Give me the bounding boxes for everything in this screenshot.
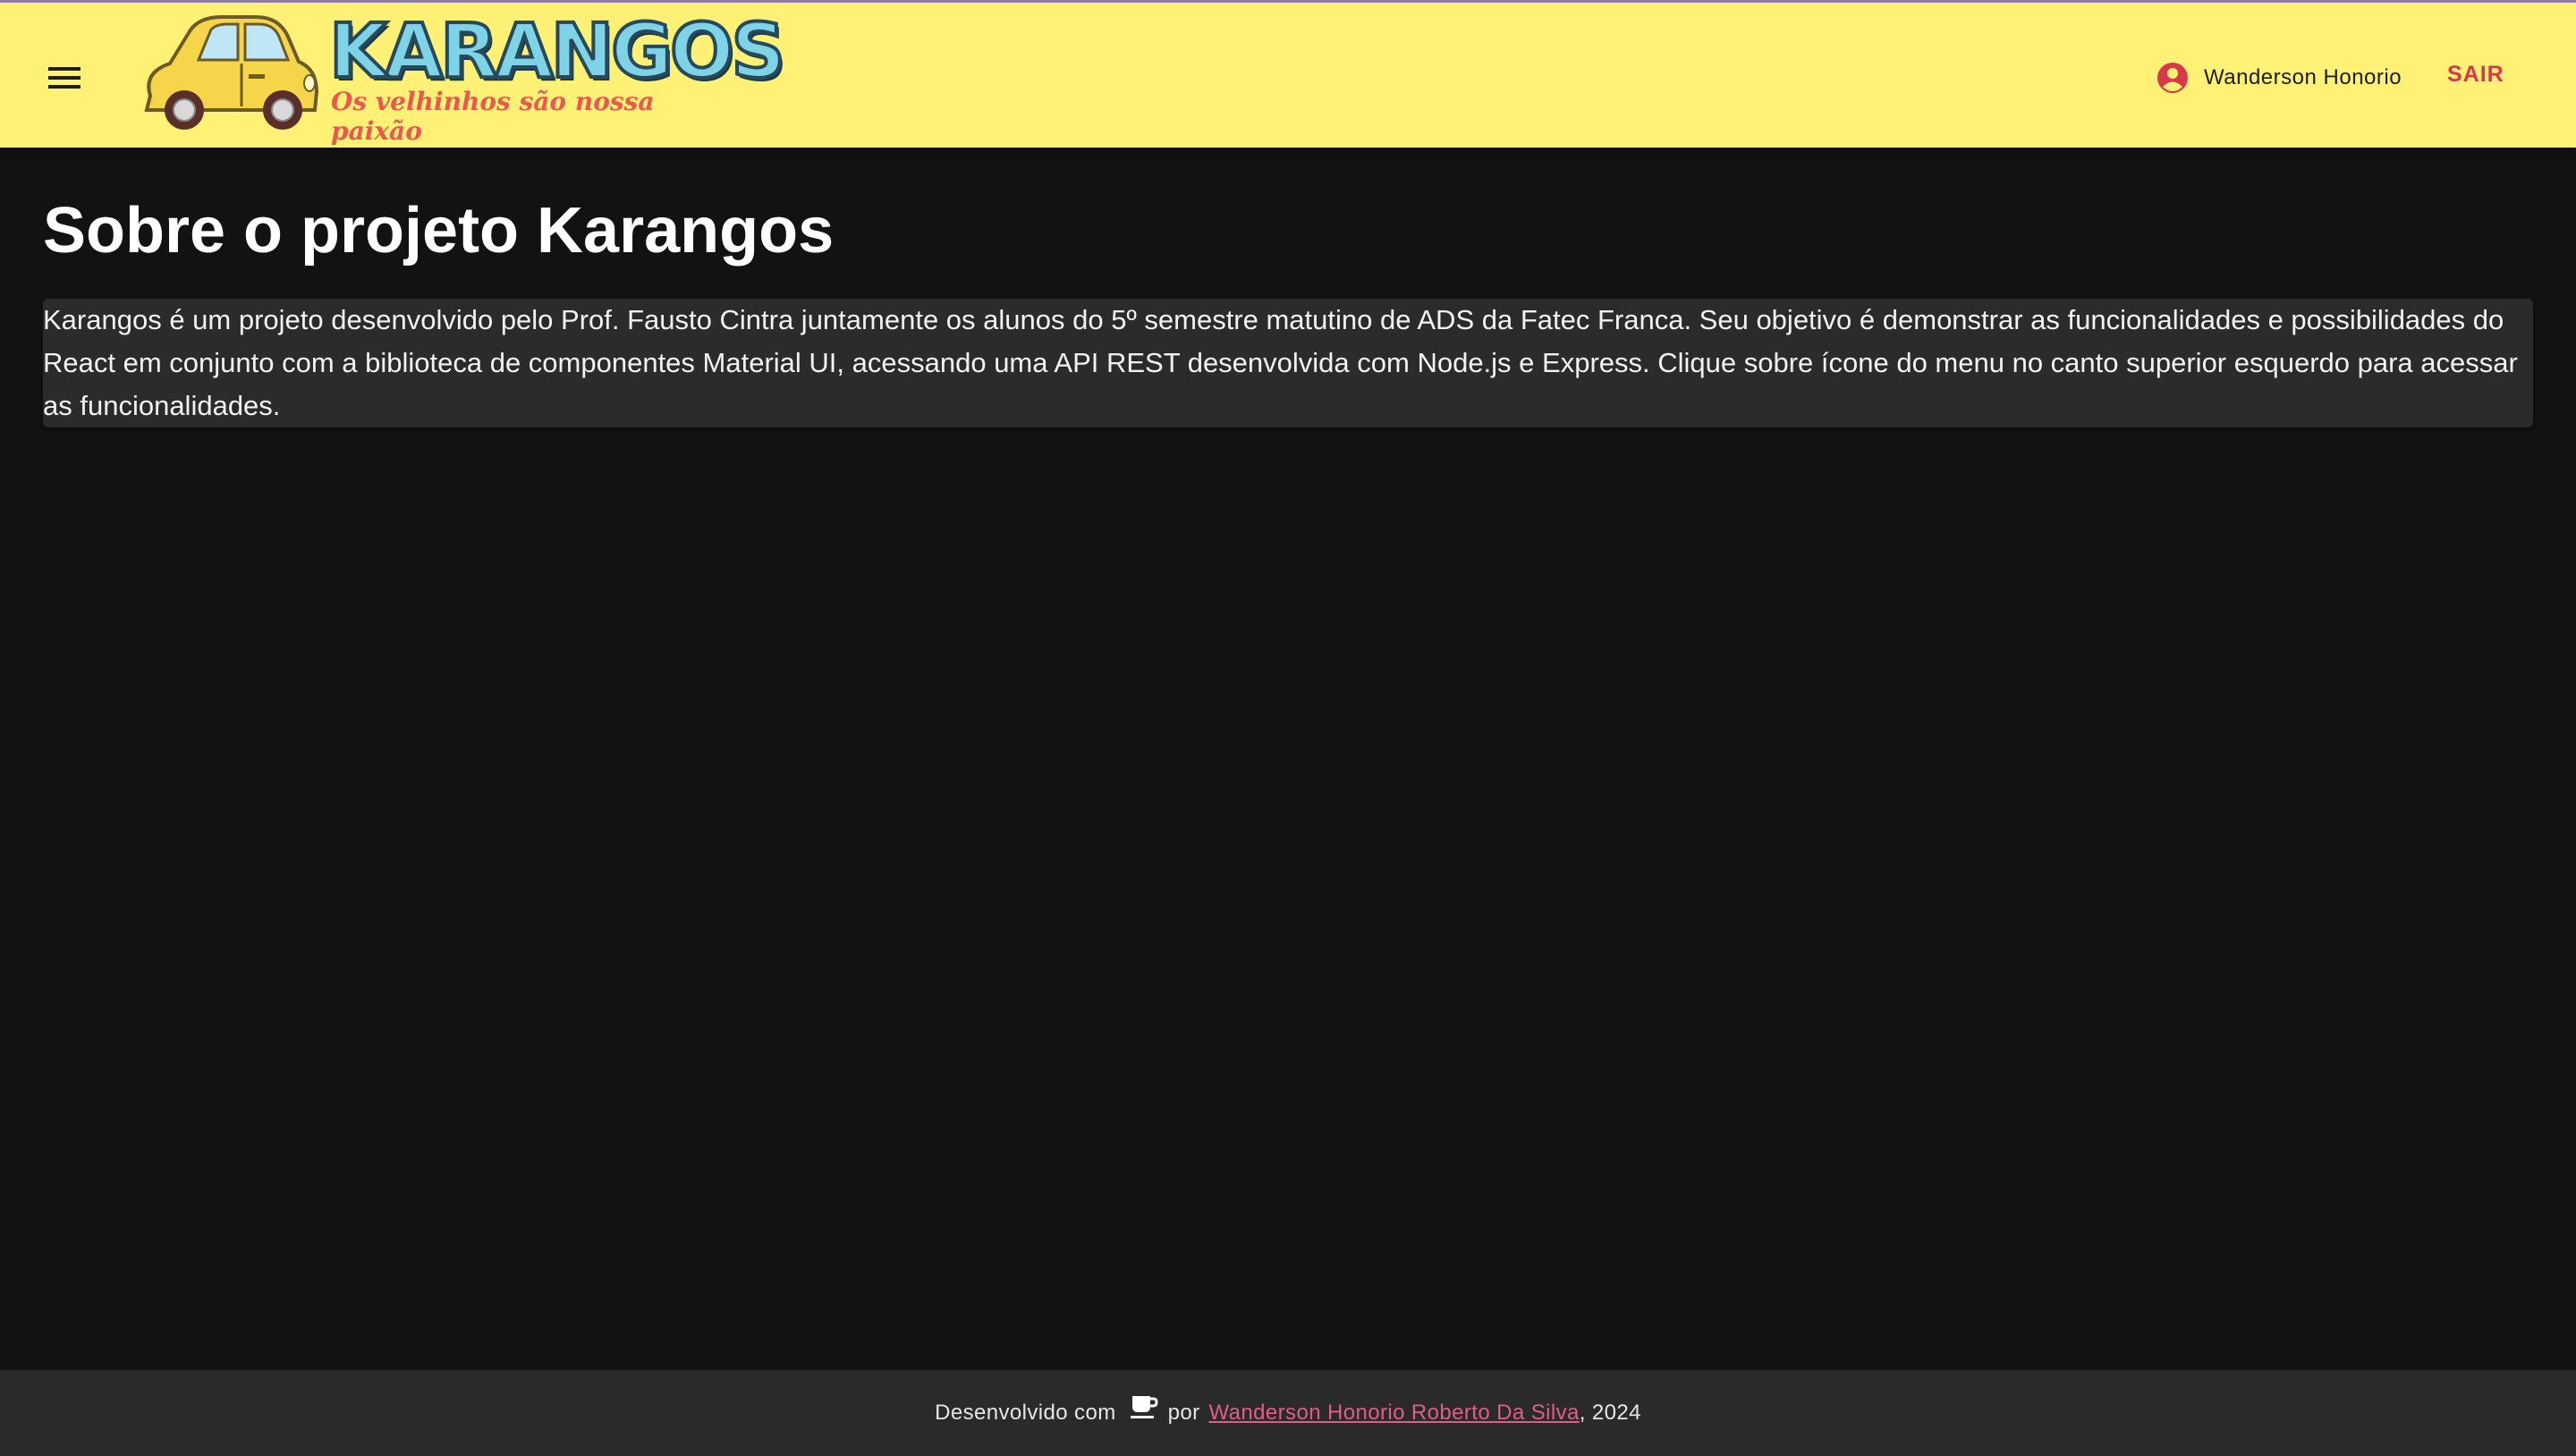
app-bar: KARANGOS Os velhinhos são nossa paixão W… — [0, 0, 2576, 148]
karangos-logo[interactable]: KARANGOS Os velhinhos são nossa paixão — [134, 6, 787, 146]
page-title: Sobre o projeto Karangos — [43, 195, 835, 267]
account-circle-icon — [2157, 63, 2188, 93]
car-logo-icon — [144, 15, 319, 130]
user-info: Wanderson Honorio — [2156, 58, 2402, 97]
page: KARANGOS Os velhinhos são nossa paixão W… — [0, 0, 2576, 1456]
footer-prefix: Desenvolvido com — [935, 1401, 1116, 1425]
logout-button[interactable]: SAIR — [2447, 62, 2504, 88]
footer-by: por — [1167, 1401, 1200, 1425]
menu-icon — [48, 67, 80, 89]
menu-button[interactable] — [39, 53, 89, 103]
about-paper: Karangos é um projeto desenvolvido pelo … — [43, 299, 2533, 427]
about-description: Karangos é um projeto desenvolvido pelo … — [43, 304, 2518, 421]
footer: Desenvolvido com por Wanderson Honorio R… — [0, 1370, 2576, 1456]
user-name: Wanderson Honorio — [2204, 65, 2402, 89]
footer-suffix: , 2024 — [1579, 1401, 1641, 1425]
coffee-icon — [1130, 1396, 1158, 1418]
logo-subtitle: Os velhinhos são nossa paixão — [331, 87, 655, 146]
logo-title: KARANGOS — [327, 6, 787, 96]
author-link[interactable]: Wanderson Honorio Roberto Da Silva — [1209, 1401, 1580, 1426]
